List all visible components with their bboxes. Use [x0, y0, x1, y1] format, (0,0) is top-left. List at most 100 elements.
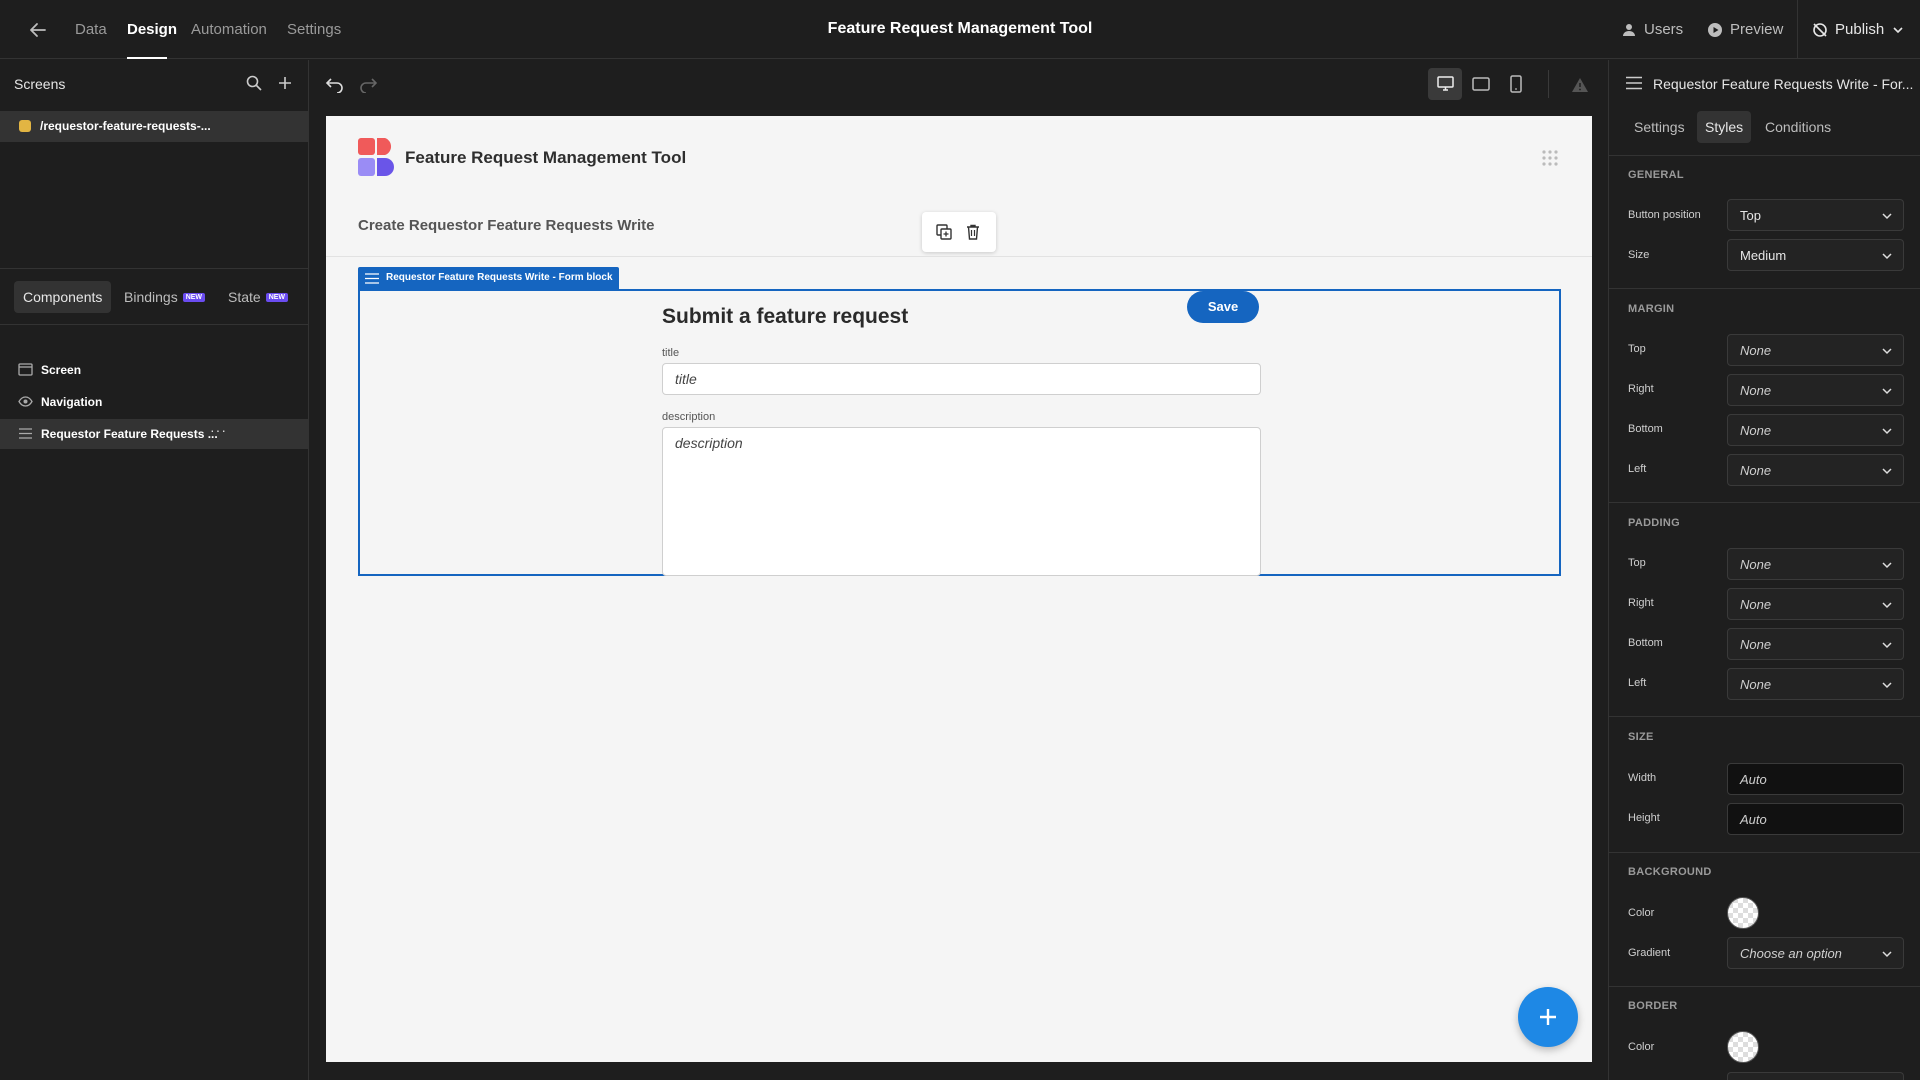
height-input[interactable]: Auto: [1727, 803, 1904, 835]
screen-item-label: /requestor-feature-requests-...: [40, 119, 211, 133]
search-icon[interactable]: [245, 74, 263, 92]
prop-label: Color: [1628, 1041, 1655, 1053]
divider: [1797, 0, 1798, 59]
tab-state[interactable]: State NEW: [219, 281, 297, 313]
select-value: None: [1740, 637, 1772, 652]
tree-item-label: Requestor Feature Requests ...: [41, 427, 218, 441]
add-screen-icon[interactable]: [276, 74, 294, 92]
divider: [1609, 986, 1920, 987]
tab-conditions[interactable]: Conditions: [1757, 111, 1839, 143]
title-input[interactable]: title: [662, 363, 1261, 395]
description-field-label: description: [662, 411, 716, 423]
new-badge: NEW: [265, 292, 289, 302]
divider: [1609, 716, 1920, 717]
tree-item-label: Navigation: [41, 395, 103, 409]
button-position-select[interactable]: Top: [1727, 199, 1904, 231]
desktop-view-button[interactable]: [1428, 68, 1462, 100]
select-value: None: [1740, 463, 1772, 478]
prop-label: Right: [1628, 597, 1654, 609]
chevron-down-icon: [1881, 679, 1893, 691]
tab-bindings-label: Bindings: [124, 289, 178, 305]
more-options-icon[interactable]: ···: [210, 422, 227, 438]
select-value: None: [1740, 343, 1772, 358]
section-title-padding: PADDING: [1628, 517, 1681, 529]
border-color-swatch[interactable]: [1727, 1031, 1759, 1063]
form-block[interactable]: Submit a feature request Save title titl…: [358, 289, 1561, 576]
duplicate-icon[interactable]: [936, 224, 952, 240]
undo-icon[interactable]: [325, 75, 345, 93]
users-button[interactable]: Users: [1621, 21, 1683, 38]
mobile-view-icon[interactable]: [1510, 75, 1522, 93]
padding-bottom-select[interactable]: None: [1727, 628, 1904, 660]
padding-right-select[interactable]: None: [1727, 588, 1904, 620]
form-icon: [365, 273, 379, 284]
divider: [1609, 288, 1920, 289]
prop-label: Left: [1628, 463, 1647, 475]
tab-state-label: State: [228, 289, 261, 305]
margin-top-select[interactable]: None: [1727, 334, 1904, 366]
select-value: None: [1740, 597, 1772, 612]
margin-left-select[interactable]: None: [1727, 454, 1904, 486]
users-label: Users: [1644, 21, 1684, 38]
chevron-down-icon: [1881, 210, 1893, 222]
tree-item-navigation[interactable]: Navigation: [0, 387, 308, 417]
select-value: Top: [1740, 208, 1761, 223]
preview-button[interactable]: Preview: [1707, 21, 1783, 38]
form-block-tag-label: Requestor Feature Requests Write - Form …: [386, 272, 613, 283]
eye-icon: [18, 395, 33, 408]
warning-icon[interactable]: [1571, 77, 1589, 93]
tree-item-form-block[interactable]: Requestor Feature Requests ... ···: [0, 419, 308, 449]
grid-menu-icon[interactable]: [1541, 149, 1559, 167]
redo-icon[interactable]: [358, 75, 378, 93]
tab-components[interactable]: Components: [14, 281, 112, 313]
size-select[interactable]: Medium: [1727, 239, 1904, 271]
tab-styles[interactable]: Styles: [1697, 111, 1752, 143]
tree-item-screen[interactable]: Screen: [0, 355, 308, 385]
chevron-down-icon: [1881, 948, 1893, 960]
margin-bottom-select[interactable]: None: [1727, 414, 1904, 446]
tab-bindings[interactable]: Bindings NEW: [115, 281, 214, 313]
trash-icon[interactable]: [966, 224, 980, 240]
screen-item[interactable]: /requestor-feature-requests-...: [0, 111, 308, 142]
form-block-tag[interactable]: Requestor Feature Requests Write - Form …: [358, 267, 619, 289]
section-title-margin: MARGIN: [1628, 303, 1675, 315]
description-textarea[interactable]: description: [662, 427, 1261, 576]
background-color-swatch[interactable]: [1727, 897, 1759, 929]
prop-label: Left: [1628, 677, 1647, 689]
section-title-border: BORDER: [1628, 1000, 1678, 1012]
screens-header: Screens: [14, 76, 66, 92]
select-value: None: [1740, 423, 1772, 438]
user-icon: [1621, 22, 1637, 38]
right-panel: Requestor Feature Requests Write - For..…: [1608, 60, 1920, 1080]
add-component-button[interactable]: [1518, 987, 1578, 1047]
padding-top-select[interactable]: None: [1727, 548, 1904, 580]
form-heading: Submit a feature request: [662, 305, 909, 328]
border-next-select[interactable]: [1727, 1072, 1904, 1080]
margin-right-select[interactable]: None: [1727, 374, 1904, 406]
publish-icon: [1812, 22, 1828, 38]
preview-header: Feature Request Management Tool Create R…: [326, 116, 1592, 256]
prop-label: Top: [1628, 343, 1646, 355]
chevron-down-icon: [1881, 599, 1893, 611]
screen-icon: [18, 363, 33, 376]
prop-label: Height: [1628, 812, 1660, 824]
select-value: None: [1740, 557, 1772, 572]
tab-settings[interactable]: Settings: [1626, 111, 1693, 143]
padding-left-select[interactable]: None: [1727, 668, 1904, 700]
divider: [1609, 852, 1920, 853]
gradient-select[interactable]: Choose an option: [1727, 937, 1904, 969]
active-tab-indicator: [127, 57, 167, 59]
canvas-toolbar: [310, 60, 1608, 116]
save-button[interactable]: Save: [1187, 291, 1259, 323]
tablet-view-icon[interactable]: [1472, 76, 1490, 92]
prop-label: Color: [1628, 907, 1655, 919]
left-panel: Screens /requestor-feature-requests-... …: [0, 60, 309, 1080]
select-value: None: [1740, 383, 1772, 398]
divider: [0, 268, 308, 269]
section-title-general: GENERAL: [1628, 169, 1684, 181]
publish-button[interactable]: Publish: [1812, 21, 1905, 38]
chevron-down-icon: [1881, 639, 1893, 651]
desktop-icon: [1437, 76, 1454, 92]
form-icon: [18, 427, 33, 440]
width-input[interactable]: Auto: [1727, 763, 1904, 795]
